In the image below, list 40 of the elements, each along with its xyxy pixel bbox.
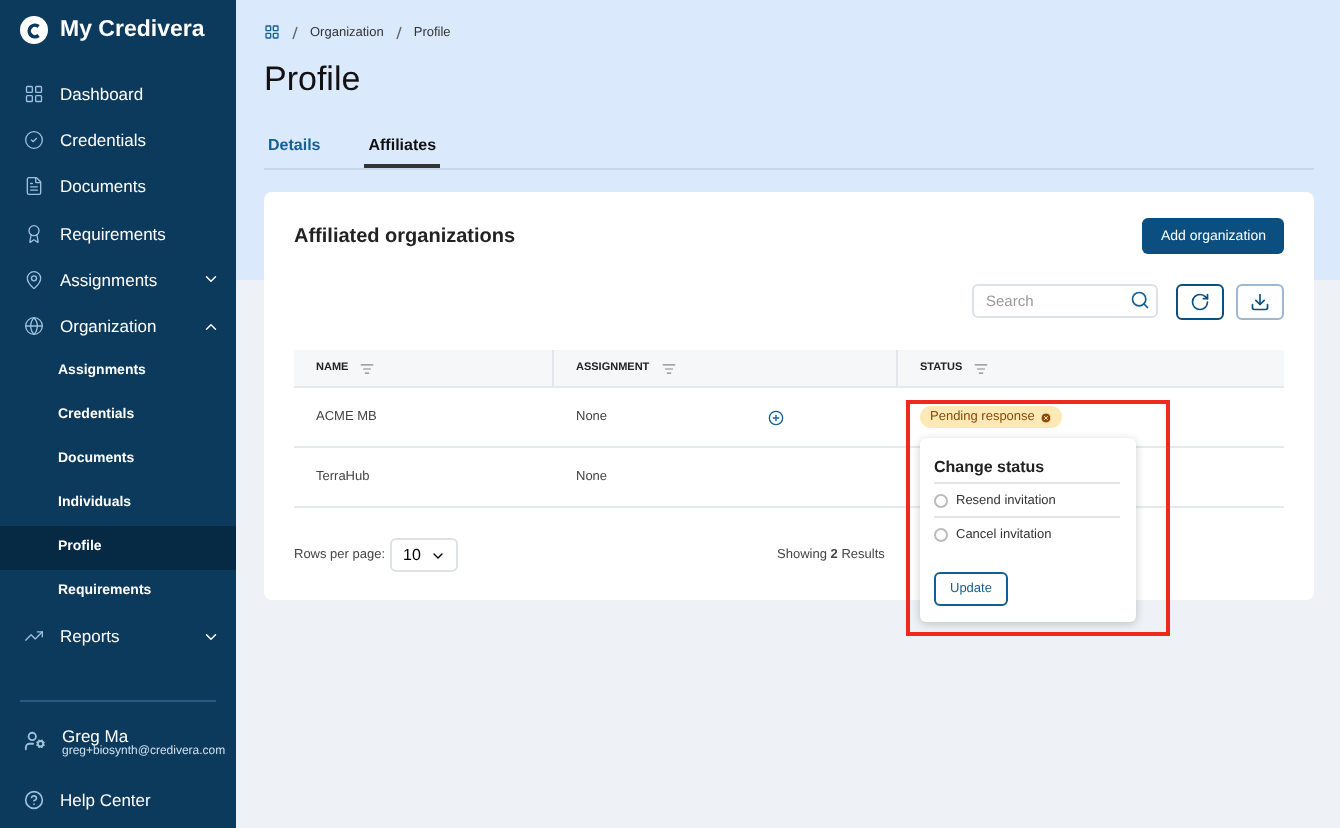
globe-icon bbox=[24, 316, 44, 337]
user-name: Greg Ma bbox=[62, 725, 129, 746]
nav-item[interactable]: Help Center bbox=[0, 777, 236, 824]
nav-item[interactable]: Credentials bbox=[0, 116, 236, 164]
brand-name: My Credivera bbox=[60, 18, 205, 42]
grid-icon bbox=[24, 83, 44, 104]
radio-button[interactable] bbox=[934, 528, 948, 542]
ribbon-icon bbox=[24, 223, 44, 244]
search-icon bbox=[1130, 290, 1150, 310]
nav-item[interactable]: Assignments bbox=[0, 256, 236, 303]
page-title: Profile bbox=[264, 60, 363, 100]
radio-button[interactable] bbox=[934, 493, 948, 507]
download-icon bbox=[1250, 292, 1270, 312]
separator-icon bbox=[395, 25, 402, 39]
home-icon[interactable] bbox=[264, 24, 280, 40]
chart-line-icon bbox=[24, 626, 44, 647]
help-icon bbox=[24, 790, 44, 811]
add-icon[interactable] bbox=[767, 409, 784, 425]
nav-item[interactable]: Dashboard bbox=[0, 70, 236, 117]
logo-icon bbox=[20, 16, 48, 44]
check-circle-icon bbox=[24, 129, 44, 150]
popover-title: Change status bbox=[934, 458, 1120, 484]
tab[interactable]: Details bbox=[264, 136, 325, 168]
filter-icon[interactable] bbox=[360, 361, 375, 375]
nav-item[interactable]: Requirements bbox=[0, 209, 236, 257]
nav-item[interactable]: Reports bbox=[0, 613, 236, 661]
tab[interactable]: Affiliates bbox=[364, 136, 441, 168]
nav-item[interactable]: Organization bbox=[0, 302, 236, 350]
filter-icon[interactable] bbox=[974, 361, 989, 375]
separator-icon bbox=[292, 25, 298, 39]
user-icon bbox=[24, 730, 46, 753]
pin-icon bbox=[24, 269, 44, 290]
card-title: Affiliated organizations bbox=[294, 226, 516, 248]
filter-icon[interactable] bbox=[661, 361, 676, 375]
document-icon bbox=[24, 176, 44, 197]
nav-item[interactable]: Documents bbox=[0, 163, 236, 210]
rows-per-page-select[interactable]: 10 bbox=[389, 538, 458, 572]
refresh-icon bbox=[1190, 292, 1210, 312]
refresh-button[interactable] bbox=[1176, 284, 1224, 320]
download-button[interactable] bbox=[1236, 284, 1284, 320]
